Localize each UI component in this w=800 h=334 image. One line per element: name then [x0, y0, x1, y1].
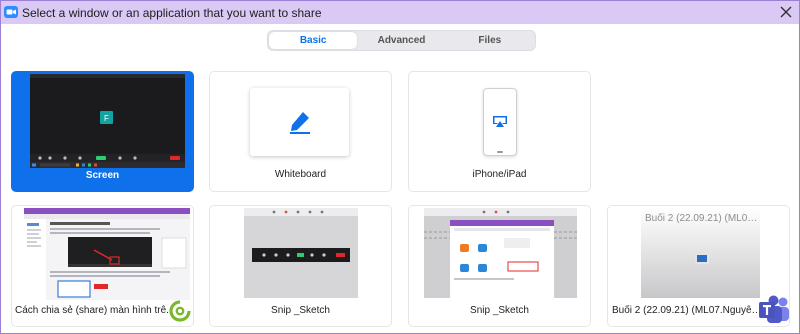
window-icon	[695, 253, 709, 264]
window-title: Snip _Sketch	[271, 305, 330, 316]
pen-icon	[290, 112, 310, 134]
window-thumbnail: Buổi 2 (22.09.21) (ML07.N...	[641, 208, 760, 298]
share-tabs: Basic Advanced Files	[267, 30, 536, 51]
dialog-title: Select a window or an application that y…	[22, 6, 322, 20]
close-icon[interactable]	[777, 3, 795, 21]
airplay-icon	[493, 116, 507, 127]
home-indicator	[497, 151, 503, 153]
tab-basic[interactable]: Basic	[269, 32, 358, 49]
window-title: Snip _Sketch	[470, 305, 529, 316]
window-thumbnail	[424, 208, 577, 298]
window-thumbnail	[24, 208, 190, 300]
coccoc-browser-icon	[169, 300, 191, 322]
whiteboard-card	[250, 88, 349, 156]
share-option-iphone-ipad[interactable]: iPhone/iPad	[408, 71, 591, 192]
tab-advanced[interactable]: Advanced	[357, 32, 445, 49]
phone-device-icon	[483, 88, 517, 156]
window-tile[interactable]: Snip _Sketch	[408, 205, 591, 327]
participant-avatar-letter: F	[104, 114, 109, 123]
window-title: Cách chia sẻ (share) màn hình trê...	[15, 305, 175, 316]
share-option-screen-label: Screen	[85, 170, 120, 181]
window-tile[interactable]: Cách chia sẻ (share) màn hình trê...	[11, 205, 194, 327]
share-option-whiteboard[interactable]: Whiteboard	[209, 71, 392, 192]
share-option-whiteboard-label: Whiteboard	[274, 169, 327, 180]
teams-icon	[759, 295, 789, 323]
window-tile[interactable]: Snip _Sketch	[209, 205, 392, 327]
title-bar: Select a window or an application that y…	[1, 1, 799, 24]
window-thumbnail	[244, 208, 358, 298]
screen-thumbnail: F	[30, 74, 185, 168]
window-title: Buổi 2 (22.09.21) (ML07.Nguyễn ...	[612, 305, 762, 316]
share-screen-dialog: Select a window or an application that y…	[0, 0, 800, 334]
tab-files[interactable]: Files	[446, 32, 534, 49]
share-option-screen[interactable]: F Screen	[11, 71, 194, 192]
thumbnail-window-title: Buổi 2 (22.09.21) (ML07.N...	[645, 213, 759, 224]
zoom-camera-icon	[4, 6, 18, 18]
share-option-iphone-label: iPhone/iPad	[472, 169, 527, 180]
